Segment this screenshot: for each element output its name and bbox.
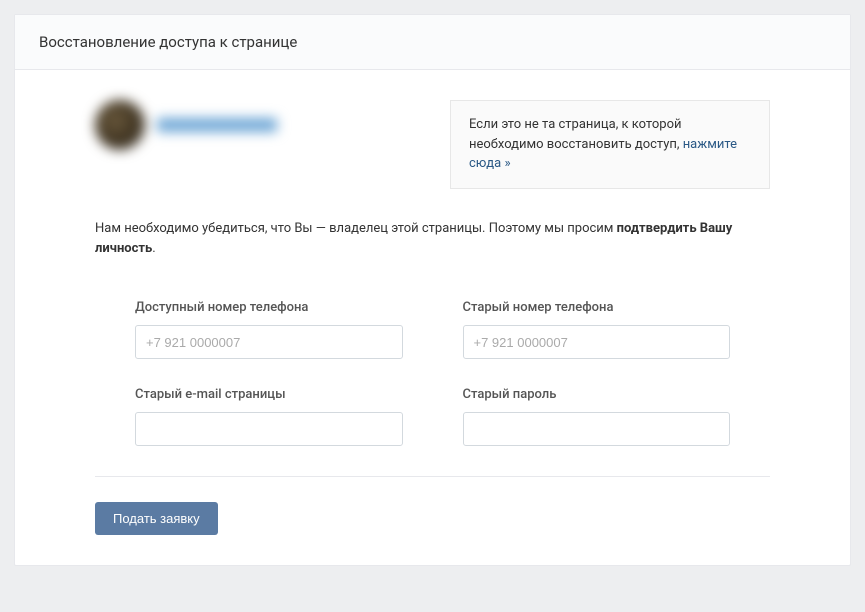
info-text: Если это не та страница, к которой необх… — [469, 117, 683, 152]
old-password-input[interactable] — [463, 412, 731, 446]
page-title: Восстановление доступа к странице — [39, 33, 826, 51]
profile-name-placeholder — [157, 118, 277, 132]
form-row-1: Доступный номер телефона Старый номер те… — [95, 300, 770, 359]
old-email-input[interactable] — [135, 412, 403, 446]
old-phone-group: Старый номер телефона — [463, 300, 731, 359]
card-content: Если это не та страница, к которой необх… — [15, 70, 850, 565]
old-phone-label: Старый номер телефона — [463, 300, 731, 315]
submit-button[interactable]: Подать заявку — [95, 502, 218, 535]
top-row: Если это не та страница, к которой необх… — [95, 100, 770, 189]
old-email-label: Старый e-mail страницы — [135, 387, 403, 402]
old-password-label: Старый пароль — [463, 387, 731, 402]
instruction-before: Нам необходимо убедиться, что Вы — владе… — [95, 221, 617, 236]
instruction-after: . — [152, 241, 155, 256]
separator — [95, 476, 770, 477]
available-phone-group: Доступный номер телефона — [135, 300, 403, 359]
card-header: Восстановление доступа к странице — [15, 15, 850, 70]
old-phone-input[interactable] — [463, 325, 731, 359]
old-password-group: Старый пароль — [463, 387, 731, 446]
old-email-group: Старый e-mail страницы — [135, 387, 403, 446]
recovery-card: Восстановление доступа к странице Если э… — [14, 14, 851, 566]
avatar — [95, 100, 145, 150]
available-phone-label: Доступный номер телефона — [135, 300, 403, 315]
instruction-text: Нам необходимо убедиться, что Вы — владе… — [95, 219, 770, 261]
profile-block — [95, 100, 277, 150]
available-phone-input[interactable] — [135, 325, 403, 359]
form-row-2: Старый e-mail страницы Старый пароль — [95, 387, 770, 446]
wrong-page-info: Если это не та страница, к которой необх… — [450, 100, 770, 189]
